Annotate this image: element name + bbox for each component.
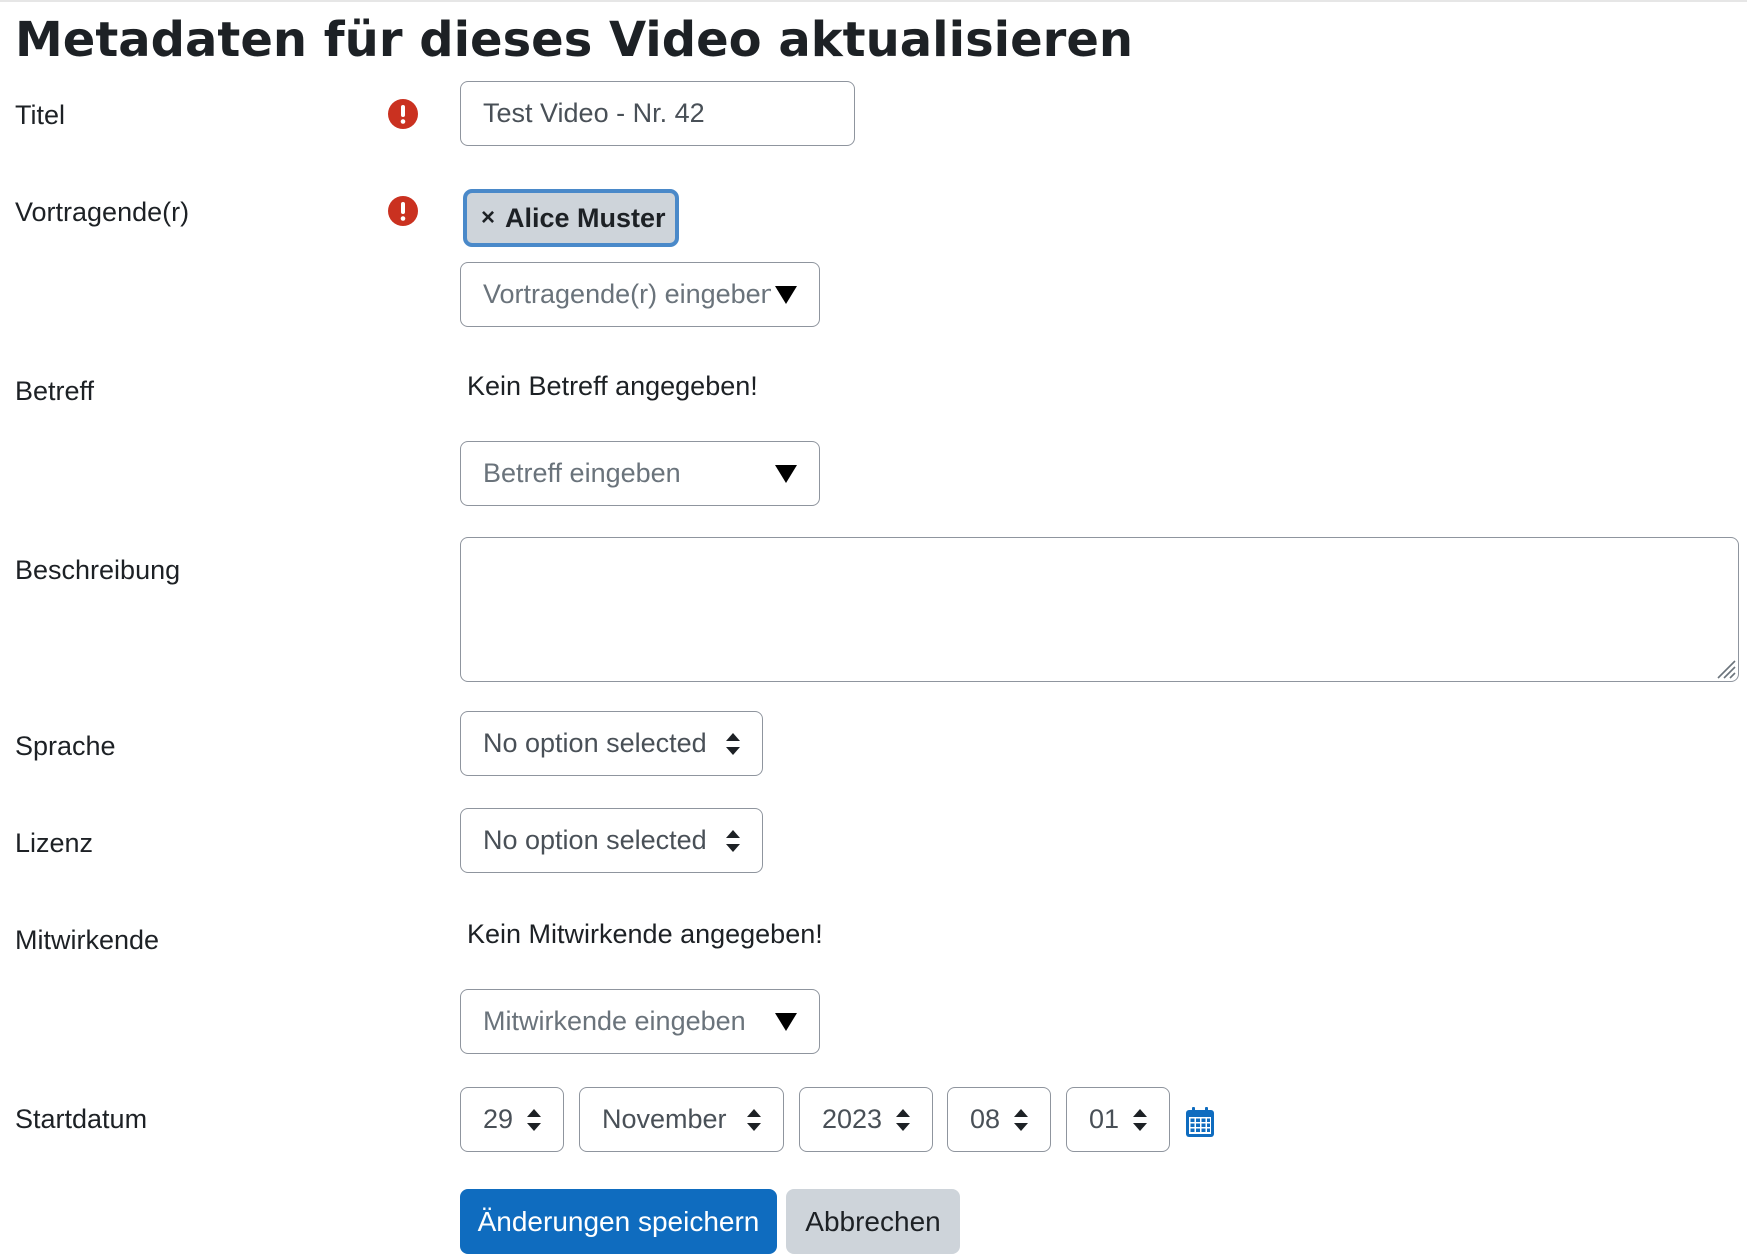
contributors-placeholder: Mitwirkende eingeben	[483, 1006, 746, 1036]
subject-label: Betreff	[15, 376, 95, 406]
top-divider	[0, 0, 1747, 2]
start-date-month-select[interactable]: November	[579, 1087, 784, 1152]
caret-down-icon[interactable]	[775, 285, 797, 304]
license-label: Lizenz	[15, 828, 94, 858]
minute-value: 01	[1089, 1104, 1119, 1134]
license-selected-value: No option selected	[483, 825, 707, 855]
presenter-chip-label: Alice Muster	[505, 202, 666, 233]
contributors-empty-message: Kein Mitwirkende angegeben!	[467, 919, 823, 949]
language-selected-value: No option selected	[483, 728, 707, 758]
description-label: Beschreibung	[15, 555, 181, 585]
caret-down-icon[interactable]	[775, 464, 797, 483]
language-label: Sprache	[15, 731, 116, 761]
sort-arrows-icon	[1014, 1108, 1028, 1131]
year-value: 2023	[822, 1104, 882, 1134]
subject-empty-message: Kein Betreff angegeben!	[467, 371, 758, 401]
start-date-label: Startdatum	[15, 1104, 148, 1134]
license-select[interactable]: No option selected	[460, 808, 763, 873]
start-date-minute-select[interactable]: 01	[1066, 1087, 1170, 1152]
sort-arrows-icon	[726, 829, 740, 852]
sort-arrows-icon	[747, 1108, 761, 1131]
sort-arrows-icon	[527, 1108, 541, 1131]
hour-value: 08	[970, 1104, 1000, 1134]
start-date-hour-select[interactable]: 08	[947, 1087, 1051, 1152]
remove-chip-icon[interactable]: ×	[481, 204, 495, 232]
exclamation-circle-icon	[388, 196, 418, 226]
calendar-icon[interactable]	[1186, 1107, 1214, 1137]
subject-placeholder: Betreff eingeben	[483, 458, 681, 488]
title-input[interactable]: Test Video - Nr. 42	[460, 81, 855, 146]
start-date-day-select[interactable]: 29	[460, 1087, 564, 1152]
subject-autocomplete-input[interactable]: Betreff eingeben	[460, 441, 820, 506]
sort-arrows-icon	[726, 732, 740, 755]
contributors-autocomplete-input[interactable]: Mitwirkende eingeben	[460, 989, 820, 1054]
save-changes-button[interactable]: Änderungen speichern	[460, 1189, 777, 1254]
presenters-autocomplete-input[interactable]: Vortragende(r) eingeben	[460, 262, 820, 327]
sort-arrows-icon	[896, 1108, 910, 1131]
sort-arrows-icon	[1133, 1108, 1147, 1131]
title-input-value: Test Video - Nr. 42	[483, 98, 705, 128]
exclamation-circle-icon	[388, 99, 418, 129]
month-value: November	[602, 1104, 727, 1134]
caret-down-icon[interactable]	[775, 1012, 797, 1031]
cancel-button[interactable]: Abbrechen	[786, 1189, 960, 1254]
presenters-placeholder: Vortragende(r) eingeben	[483, 279, 771, 309]
page-title: Metadaten für dieses Video aktualisieren	[15, 12, 1134, 68]
start-date-year-select[interactable]: 2023	[799, 1087, 933, 1152]
presenters-label: Vortragende(r)	[15, 197, 190, 227]
contributors-label: Mitwirkende	[15, 925, 160, 955]
language-select[interactable]: No option selected	[460, 711, 763, 776]
resize-grip-icon[interactable]	[1714, 657, 1736, 679]
description-textarea[interactable]	[460, 537, 1739, 682]
title-label: Titel	[15, 100, 66, 130]
presenter-chip-alice-muster[interactable]: × Alice Muster	[463, 189, 679, 247]
day-value: 29	[483, 1104, 513, 1134]
